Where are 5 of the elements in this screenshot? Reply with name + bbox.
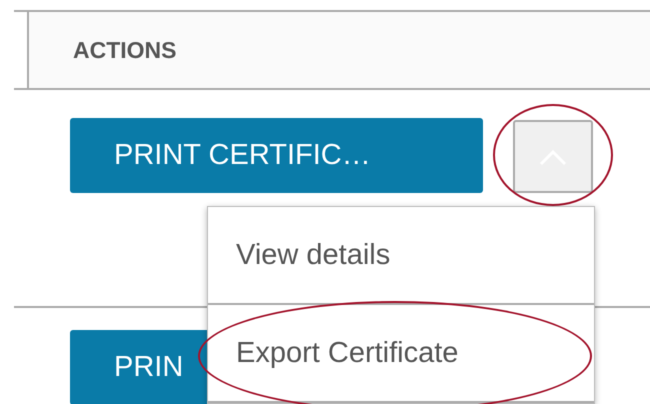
menu-item[interactable]: View details [208,207,594,305]
print-button[interactable]: PRINT CERTIFIC… [70,118,483,193]
column-header-text: ACTIONS [73,36,176,64]
menu-toggle-button[interactable] [513,120,593,193]
menu-item[interactable]: Export Certificate [208,305,594,403]
